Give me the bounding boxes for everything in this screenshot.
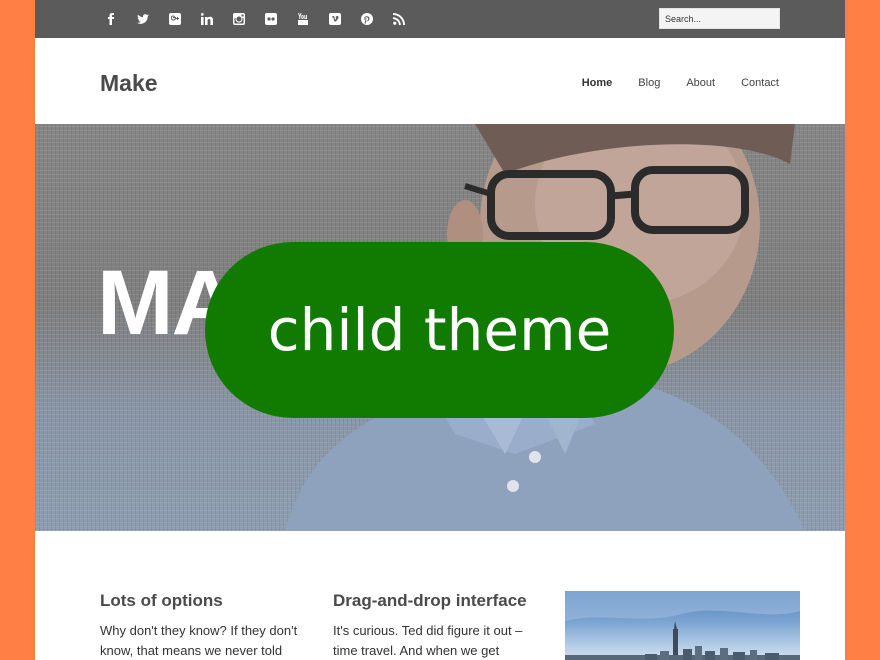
child-theme-badge-label: child theme bbox=[267, 296, 612, 364]
feature-title-drag-drop: Drag-and-drop interface bbox=[333, 591, 527, 610]
site-logo[interactable]: Make bbox=[100, 70, 158, 97]
nav-item-blog[interactable]: Blog bbox=[638, 77, 660, 89]
linkedin-icon[interactable] bbox=[191, 0, 223, 38]
hero-banner: MA child theme bbox=[35, 124, 845, 531]
nav-item-about[interactable]: About bbox=[686, 77, 715, 89]
pinterest-icon[interactable] bbox=[351, 0, 383, 38]
search-input[interactable] bbox=[659, 8, 780, 29]
main-nav: Home Blog About Contact bbox=[582, 77, 779, 89]
city-skyline-image bbox=[565, 591, 800, 660]
feature-title-options: Lots of options bbox=[100, 591, 223, 610]
twitter-icon[interactable] bbox=[127, 0, 159, 38]
child-theme-badge: child theme bbox=[205, 242, 674, 418]
page-frame: Make Home Blog About Contact bbox=[35, 0, 845, 660]
nav-item-contact[interactable]: Contact bbox=[741, 77, 779, 89]
social-links bbox=[95, 0, 415, 38]
facebook-icon[interactable] bbox=[95, 0, 127, 38]
youtube-icon[interactable] bbox=[287, 0, 319, 38]
instagram-icon[interactable] bbox=[223, 0, 255, 38]
rss-icon[interactable] bbox=[383, 0, 415, 38]
vimeo-icon[interactable] bbox=[319, 0, 351, 38]
feature-text-options: Why don't they know? If they don't know,… bbox=[100, 623, 298, 658]
site-header: Make Home Blog About Contact bbox=[35, 38, 845, 124]
flickr-icon[interactable] bbox=[255, 0, 287, 38]
google-plus-icon[interactable] bbox=[159, 0, 191, 38]
nav-item-home[interactable]: Home bbox=[582, 77, 613, 89]
feature-text-drag-drop: It's curious. Ted did figure it out – ti… bbox=[333, 623, 523, 658]
top-bar bbox=[35, 0, 845, 38]
